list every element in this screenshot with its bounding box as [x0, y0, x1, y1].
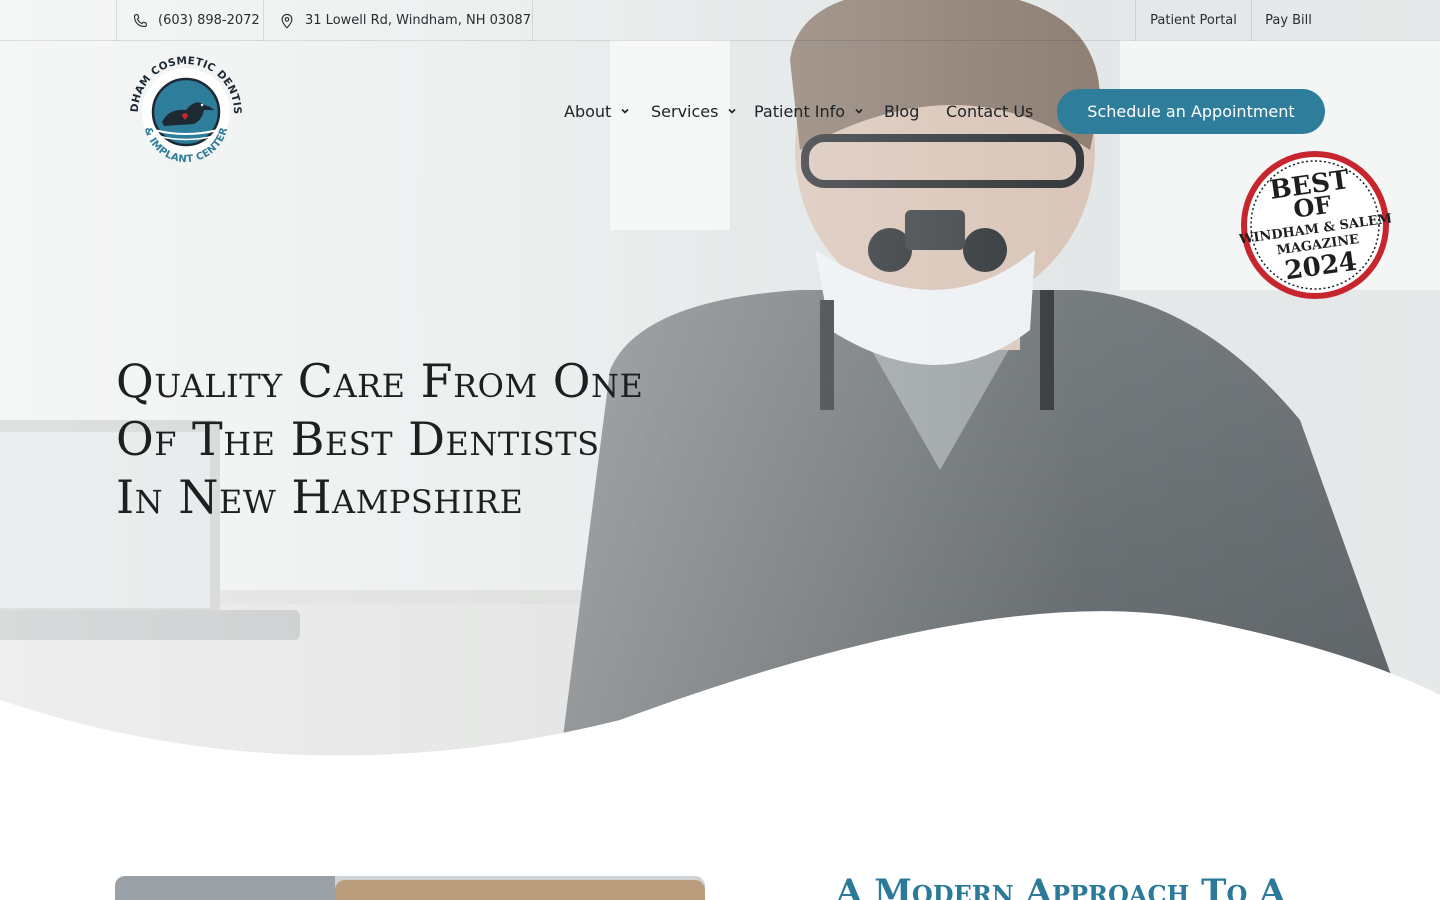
nav-blog[interactable]: Blog	[884, 89, 919, 133]
intro-photo-left	[115, 876, 335, 900]
address-link[interactable]: 31 Lowell Rd, Windham, NH 03087	[263, 0, 533, 41]
nav-about-label: About	[564, 101, 612, 121]
phone-icon	[131, 12, 149, 30]
nav-services-label: Services	[651, 101, 719, 121]
nav-about[interactable]: About	[564, 89, 630, 133]
phone-number: (603) 898-2072	[158, 13, 260, 28]
badge-line2: OF	[1292, 190, 1334, 224]
nav-patient-info-label: Patient Info	[754, 101, 846, 121]
map-pin-icon	[278, 12, 296, 30]
hero-wave-divider	[0, 611, 1440, 760]
patient-portal-link[interactable]: Patient Portal	[1135, 0, 1251, 41]
loon-icon: WINDHAM COSMETIC DENTISTRY & IMPLANT CEN…	[118, 41, 243, 165]
chevron-down-icon	[854, 106, 864, 116]
top-bar: (603) 898-2072 31 Lowell Rd, Windham, NH…	[0, 0, 1440, 41]
hero-headline-line1: Quality Care From One	[116, 354, 644, 408]
intro-photo-right	[335, 880, 705, 900]
pay-bill-link[interactable]: Pay Bill	[1251, 0, 1325, 41]
address-text: 31 Lowell Rd, Windham, NH 03087	[305, 13, 531, 28]
schedule-appointment-button[interactable]: Schedule an Appointment	[1057, 89, 1325, 134]
chevron-down-icon	[620, 106, 630, 116]
chevron-down-icon	[727, 106, 737, 116]
hero-headline: Quality Care From One Of The Best Dentis…	[116, 352, 756, 526]
intro-heading: A Modern Approach To A	[836, 872, 1286, 900]
site-logo[interactable]: WINDHAM COSMETIC DENTISTRY & IMPLANT CEN…	[118, 41, 248, 174]
phone-link[interactable]: (603) 898-2072	[116, 0, 263, 41]
nav-services[interactable]: Services	[651, 89, 737, 133]
nav-contact-us[interactable]: Contact Us	[946, 89, 1033, 133]
best-of-badge: BEST OF WINDHAM & SALEM MAGAZINE 2024	[1237, 149, 1393, 301]
hero-headline-line3: In New Hampshire	[116, 470, 524, 524]
nav-patient-info[interactable]: Patient Info	[754, 89, 864, 133]
intro-photo	[115, 876, 705, 900]
hero-headline-line2: Of The Best Dentists	[116, 412, 600, 466]
